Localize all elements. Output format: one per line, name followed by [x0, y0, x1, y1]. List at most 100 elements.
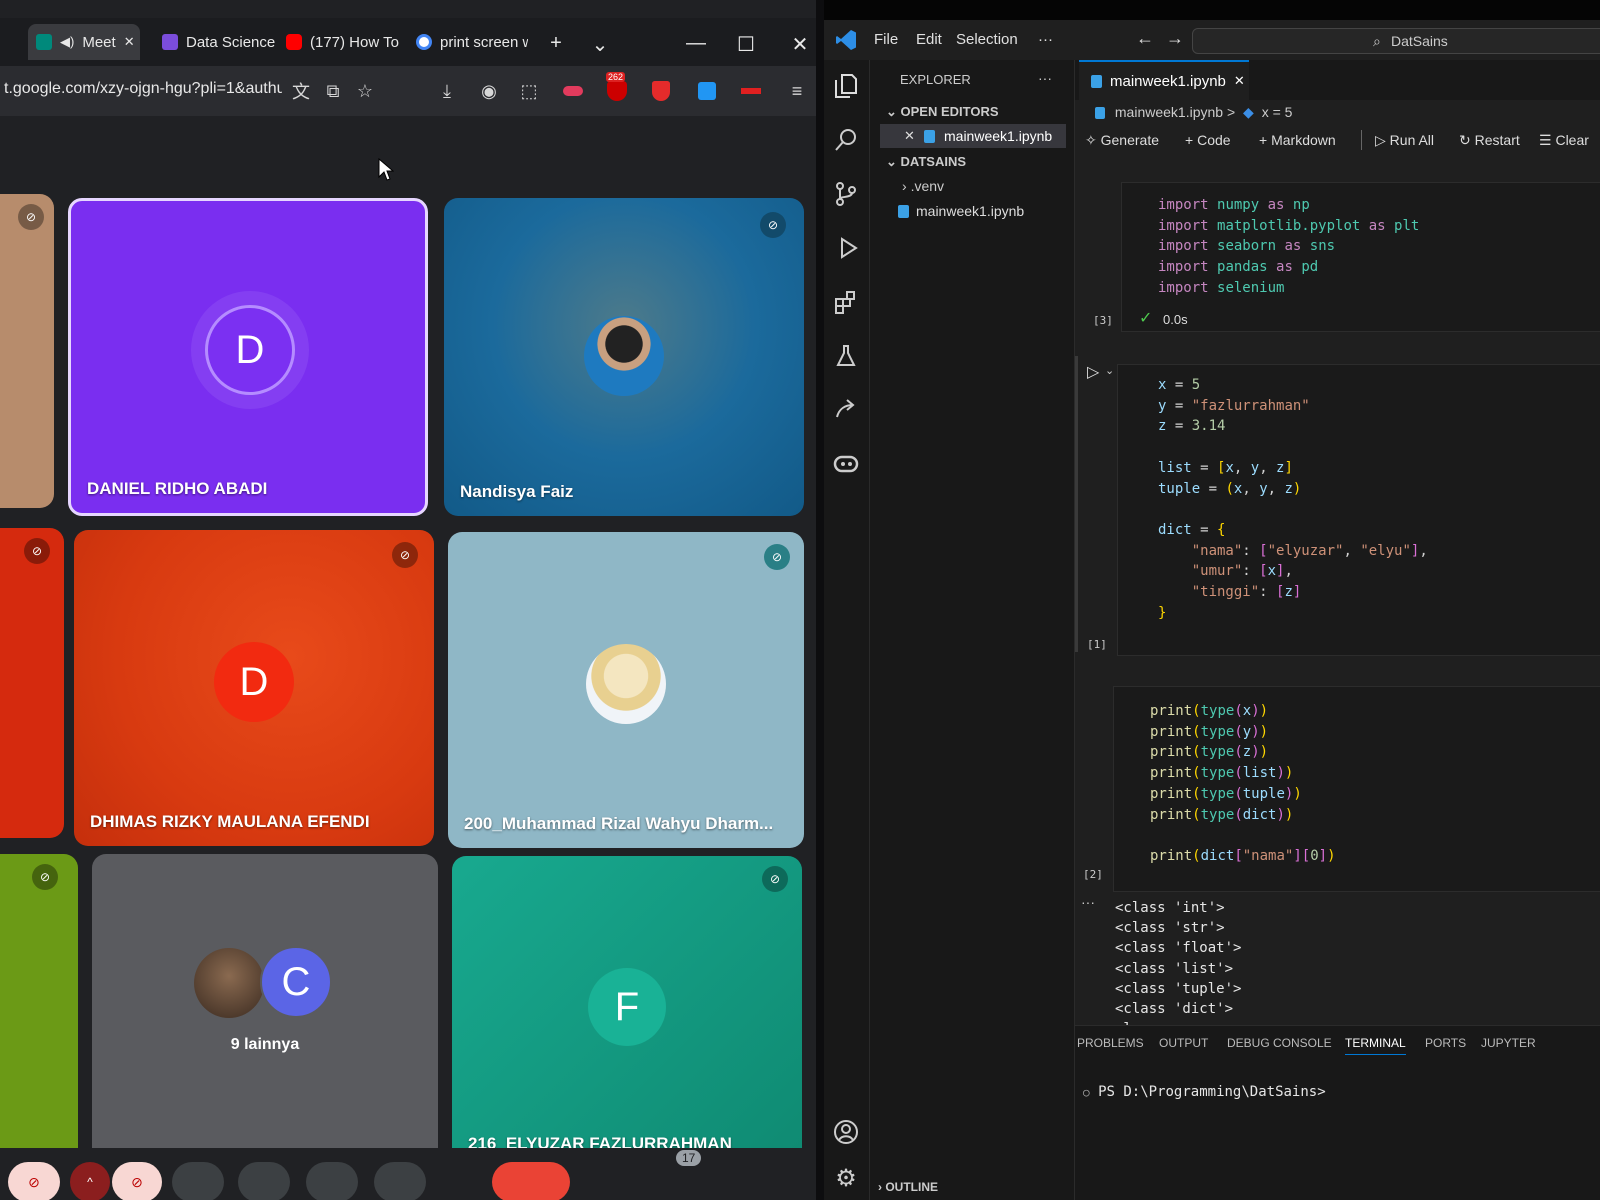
run-options-chevron-icon[interactable]: ⌄ [1105, 364, 1114, 377]
leave-call-button[interactable] [492, 1162, 570, 1200]
extensions-icon[interactable]: ⬚ [516, 78, 542, 104]
open-editors-section[interactable]: ⌄ OPEN EDITORS [886, 104, 999, 120]
extensions-icon[interactable] [830, 286, 862, 318]
run-cell-button[interactable]: ▷ [1087, 362, 1099, 382]
shield-extension-icon[interactable] [648, 78, 674, 104]
breadcrumb-symbol[interactable]: x = 5 [1262, 104, 1293, 120]
breadcrumb-file[interactable]: mainweek1.ipynb [1115, 104, 1223, 120]
people-icon[interactable]: 17 [654, 1150, 702, 1200]
participant-tile-partial[interactable]: ⊘ [0, 194, 54, 508]
raise-hand-button[interactable] [374, 1162, 426, 1200]
close-icon[interactable]: ✕ [904, 128, 915, 144]
tab-debug-console[interactable]: DEBUG CONSOLE [1227, 1036, 1332, 1050]
folder-section-datsains[interactable]: ⌄ DATSAINS [886, 154, 966, 170]
source-control-icon[interactable] [830, 178, 862, 210]
ublock-extension-icon[interactable]: 262 [604, 72, 630, 104]
tab-youtube[interactable]: (177) How To [278, 24, 404, 60]
dpa-extension-icon[interactable] [738, 78, 764, 104]
present-screen-button[interactable] [172, 1162, 224, 1200]
translate-icon[interactable]: 文 [288, 78, 314, 104]
tab-data-science[interactable]: Data Science [154, 24, 276, 60]
tab-list-button[interactable]: ⌄ [586, 32, 614, 57]
camera-button[interactable]: ⊘ [112, 1162, 162, 1200]
chat-icon[interactable] [710, 1162, 740, 1200]
forward-arrow-icon[interactable]: → [1166, 28, 1184, 49]
add-markdown-cell-button[interactable]: + Markdown [1259, 132, 1336, 148]
menu-more[interactable]: ··· [1038, 31, 1053, 48]
restart-icon: ↻ [1459, 132, 1471, 148]
more-options-icon[interactable] [440, 1162, 470, 1200]
tab-close-icon[interactable]: ✕ [1234, 73, 1245, 89]
tab-close-icon[interactable]: ✕ [124, 34, 135, 50]
minimize-button[interactable]: — [682, 32, 710, 55]
restart-button[interactable]: ↻ Restart [1459, 132, 1520, 149]
translate-page-icon[interactable]: ⧉ [320, 78, 346, 104]
participant-tile-nandisya[interactable]: ⊘ Nandisya Faiz [444, 198, 804, 516]
add-code-cell-button[interactable]: + Code [1185, 132, 1231, 148]
cell-source[interactable]: print(type(x)) print(type(y)) print(type… [1150, 701, 1336, 867]
participant-tile-dhimas[interactable]: ⊘ D DHIMAS RIZKY MAULANA EFENDI [74, 530, 434, 846]
avatar: D [214, 642, 294, 722]
screen-photo: ◀) Meet ✕ Data Science (177) How To prin… [0, 0, 1600, 1200]
editor-tab-mainweek1[interactable]: mainweek1.ipynb ✕ [1079, 60, 1249, 100]
outline-section[interactable]: › OUTLINE [878, 1180, 938, 1194]
tab-google-search[interactable]: print screen w [408, 24, 528, 60]
code-cell[interactable]: x = 5 y = "fazlurrahman" z = 3.14 list =… [1117, 364, 1600, 656]
participant-tile-rizal[interactable]: ⊘ 200_Muhammad Rizal Wahyu Dharm... [448, 532, 804, 848]
tab-meet[interactable]: ◀) Meet ✕ [28, 24, 140, 60]
profile-icon[interactable]: ◉ [476, 78, 502, 104]
testing-flask-icon[interactable] [830, 340, 862, 372]
download-icon[interactable]: ⤓ [434, 78, 460, 104]
remote-share-icon[interactable] [830, 394, 862, 426]
clear-outputs-button[interactable]: ☰ Clear [1539, 132, 1589, 149]
tab-jupyter[interactable]: JUPYTER [1481, 1036, 1536, 1050]
terminal-content[interactable]: ○ PS D:\Programming\DatSains> [1083, 1084, 1326, 1100]
menu-file[interactable]: File [874, 31, 898, 48]
run-debug-icon[interactable] [830, 232, 862, 264]
participant-tile-partial[interactable]: ⊘ [0, 528, 64, 838]
participant-tile-daniel[interactable]: D DANIEL RIDHO ABADI [68, 198, 428, 516]
participant-tile-partial[interactable]: ⊘ [0, 854, 78, 1166]
copilot-icon[interactable] [830, 448, 862, 480]
window-close-button[interactable]: ✕ [786, 32, 814, 57]
cell-source[interactable]: import numpy as np import matplotlib.pyp… [1158, 195, 1419, 299]
code-cell[interactable]: import numpy as np import matplotlib.pyp… [1121, 182, 1600, 332]
code-cell[interactable]: print(type(x)) print(type(y)) print(type… [1113, 686, 1600, 892]
captions-button[interactable] [306, 1162, 358, 1200]
command-center-search[interactable]: ⌕ DatSains [1192, 28, 1600, 54]
info-icon[interactable] [602, 1162, 632, 1200]
explorer-icon[interactable] [830, 70, 862, 102]
menu-selection[interactable]: Selection [956, 31, 1018, 48]
cell-source[interactable]: x = 5 y = "fazlurrahman" z = 3.14 list =… [1158, 375, 1428, 623]
file-mainweek1[interactable]: mainweek1.ipynb [916, 203, 1024, 219]
search-icon[interactable] [830, 124, 862, 156]
emoji-button[interactable] [238, 1162, 290, 1200]
menu-edit[interactable]: Edit [916, 31, 942, 48]
generate-button[interactable]: ✧ Generate [1085, 132, 1159, 149]
participant-tile-elyuzar[interactable]: ⊘ F 216_ELYUZAR FAZLURRAHMAN [452, 856, 802, 1168]
participant-count-badge: 17 [676, 1150, 702, 1166]
tab-output[interactable]: OUTPUT [1159, 1036, 1208, 1050]
participant-tile-others[interactable]: C 9 lainnya [92, 854, 438, 1166]
mic-options-chevron-icon[interactable]: ^ [70, 1162, 110, 1200]
explorer-more-button[interactable]: ··· [1038, 70, 1052, 86]
browser-menu-icon[interactable]: ≡ [784, 78, 810, 104]
run-all-button[interactable]: ▷ Run All [1375, 132, 1434, 149]
translate-extension-icon[interactable] [694, 78, 720, 104]
settings-gear-icon[interactable]: ⚙ [830, 1162, 862, 1194]
tab-problems[interactable]: PROBLEMS [1077, 1036, 1144, 1050]
back-arrow-icon[interactable]: ← [1136, 28, 1154, 49]
folder-venv[interactable]: › .venv [902, 178, 944, 194]
tab-ports[interactable]: PORTS [1425, 1036, 1466, 1050]
activities-icon[interactable] [760, 1162, 790, 1200]
maximize-button[interactable]: ☐ [732, 32, 760, 57]
new-tab-button[interactable]: + [542, 32, 570, 55]
url-field[interactable]: t.google.com/xzy-ojgn-hgu?pli=1&authus [4, 80, 282, 98]
tab-terminal[interactable]: TERMINAL [1345, 1036, 1406, 1055]
output-more-icon[interactable]: ··· [1081, 894, 1095, 910]
extension-lips-icon[interactable] [560, 78, 586, 104]
open-editor-item[interactable]: ✕ mainweek1.ipynb [880, 124, 1066, 148]
account-icon[interactable] [830, 1116, 862, 1148]
mic-button[interactable]: ⊘ [8, 1162, 60, 1200]
bookmark-star-icon[interactable]: ☆ [352, 78, 378, 104]
